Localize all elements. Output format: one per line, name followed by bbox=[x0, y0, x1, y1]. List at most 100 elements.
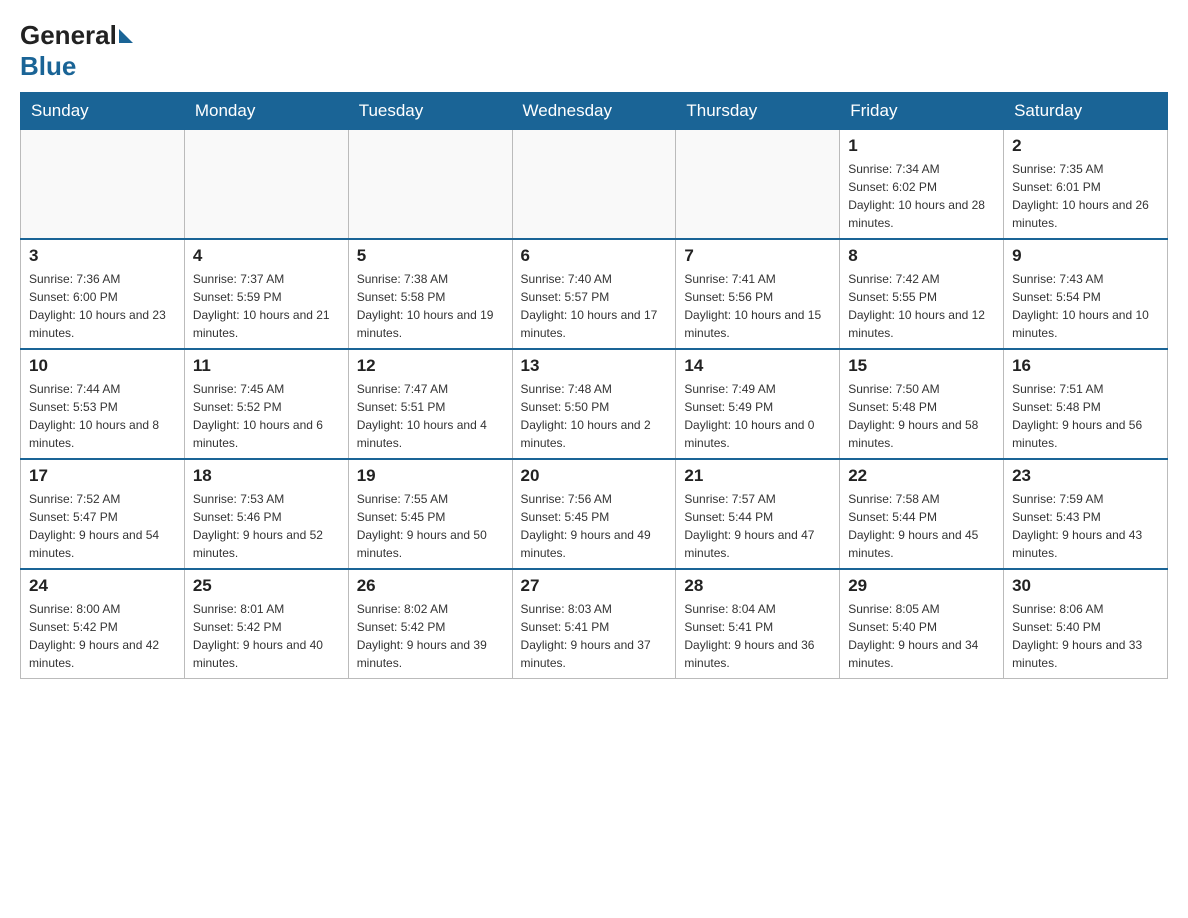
day-number: 13 bbox=[521, 356, 668, 376]
calendar-cell: 22 Sunrise: 7:58 AMSunset: 5:44 PMDayligh… bbox=[840, 459, 1004, 569]
day-number: 11 bbox=[193, 356, 340, 376]
page-header: General Blue bbox=[20, 20, 1168, 82]
day-number: 4 bbox=[193, 246, 340, 266]
col-header-sunday: Sunday bbox=[21, 93, 185, 130]
calendar-cell: 3 Sunrise: 7:36 AMSunset: 6:00 PMDaylight… bbox=[21, 239, 185, 349]
calendar-cell bbox=[184, 130, 348, 240]
day-info: Sunrise: 7:47 AMSunset: 5:51 PMDaylight:… bbox=[357, 380, 504, 452]
day-info: Sunrise: 7:37 AMSunset: 5:59 PMDaylight:… bbox=[193, 270, 340, 342]
calendar-cell: 29Sunrise: 8:05 AMSunset: 5:40 PMDayligh… bbox=[840, 569, 1004, 679]
day-info: Sunrise: 7:42 AMSunset: 5:55 PMDaylight:… bbox=[848, 270, 995, 342]
day-info: Sunrise: 8:01 AMSunset: 5:42 PMDaylight:… bbox=[193, 600, 340, 672]
day-info: Sunrise: 7:45 AMSunset: 5:52 PMDaylight:… bbox=[193, 380, 340, 452]
day-info: Sunrise: 7:59 AMSunset: 5:43 PMDaylight:… bbox=[1012, 490, 1159, 562]
day-number: 22 bbox=[848, 466, 995, 486]
calendar-cell: 14Sunrise: 7:49 AMSunset: 5:49 PMDayligh… bbox=[676, 349, 840, 459]
day-number: 21 bbox=[684, 466, 831, 486]
calendar-cell: 5 Sunrise: 7:38 AMSunset: 5:58 PMDaylight… bbox=[348, 239, 512, 349]
day-info: Sunrise: 7:41 AMSunset: 5:56 PMDaylight:… bbox=[684, 270, 831, 342]
calendar-cell: 25 Sunrise: 8:01 AMSunset: 5:42 PMDayligh… bbox=[184, 569, 348, 679]
calendar-week-row: 10Sunrise: 7:44 AMSunset: 5:53 PMDayligh… bbox=[21, 349, 1168, 459]
logo-arrow-icon bbox=[119, 29, 133, 43]
col-header-monday: Monday bbox=[184, 93, 348, 130]
day-info: Sunrise: 7:43 AMSunset: 5:54 PMDaylight:… bbox=[1012, 270, 1159, 342]
calendar-week-row: 1 Sunrise: 7:34 AMSunset: 6:02 PMDaylight… bbox=[21, 130, 1168, 240]
calendar-cell: 1 Sunrise: 7:34 AMSunset: 6:02 PMDaylight… bbox=[840, 130, 1004, 240]
day-number: 23 bbox=[1012, 466, 1159, 486]
day-info: Sunrise: 7:51 AMSunset: 5:48 PMDaylight:… bbox=[1012, 380, 1159, 452]
calendar-cell: 20 Sunrise: 7:56 AMSunset: 5:45 PMDayligh… bbox=[512, 459, 676, 569]
day-info: Sunrise: 7:56 AMSunset: 5:45 PMDaylight:… bbox=[521, 490, 668, 562]
calendar-cell: 9 Sunrise: 7:43 AMSunset: 5:54 PMDaylight… bbox=[1004, 239, 1168, 349]
calendar-cell: 23 Sunrise: 7:59 AMSunset: 5:43 PMDayligh… bbox=[1004, 459, 1168, 569]
calendar-cell bbox=[512, 130, 676, 240]
day-info: Sunrise: 7:57 AMSunset: 5:44 PMDaylight:… bbox=[684, 490, 831, 562]
calendar-cell: 15 Sunrise: 7:50 AMSunset: 5:48 PMDayligh… bbox=[840, 349, 1004, 459]
day-number: 27 bbox=[521, 576, 668, 596]
day-number: 17 bbox=[29, 466, 176, 486]
logo: General Blue bbox=[20, 20, 135, 82]
day-number: 8 bbox=[848, 246, 995, 266]
day-info: Sunrise: 7:40 AMSunset: 5:57 PMDaylight:… bbox=[521, 270, 668, 342]
calendar-cell: 11 Sunrise: 7:45 AMSunset: 5:52 PMDayligh… bbox=[184, 349, 348, 459]
day-number: 16 bbox=[1012, 356, 1159, 376]
col-header-friday: Friday bbox=[840, 93, 1004, 130]
day-info: Sunrise: 7:48 AMSunset: 5:50 PMDaylight:… bbox=[521, 380, 668, 452]
col-header-tuesday: Tuesday bbox=[348, 93, 512, 130]
day-info: Sunrise: 8:00 AMSunset: 5:42 PMDaylight:… bbox=[29, 600, 176, 672]
calendar-cell: 12 Sunrise: 7:47 AMSunset: 5:51 PMDayligh… bbox=[348, 349, 512, 459]
calendar-cell: 26 Sunrise: 8:02 AMSunset: 5:42 PMDayligh… bbox=[348, 569, 512, 679]
calendar-cell: 6 Sunrise: 7:40 AMSunset: 5:57 PMDaylight… bbox=[512, 239, 676, 349]
day-info: Sunrise: 7:49 AMSunset: 5:49 PMDaylight:… bbox=[684, 380, 831, 452]
day-number: 30 bbox=[1012, 576, 1159, 596]
calendar-cell: 19 Sunrise: 7:55 AMSunset: 5:45 PMDayligh… bbox=[348, 459, 512, 569]
calendar-cell: 8 Sunrise: 7:42 AMSunset: 5:55 PMDaylight… bbox=[840, 239, 1004, 349]
day-number: 15 bbox=[848, 356, 995, 376]
calendar-cell: 30 Sunrise: 8:06 AMSunset: 5:40 PMDayligh… bbox=[1004, 569, 1168, 679]
calendar-cell bbox=[348, 130, 512, 240]
day-number: 1 bbox=[848, 136, 995, 156]
day-info: Sunrise: 7:34 AMSunset: 6:02 PMDaylight:… bbox=[848, 160, 995, 232]
day-info: Sunrise: 7:35 AMSunset: 6:01 PMDaylight:… bbox=[1012, 160, 1159, 232]
calendar-cell: 21 Sunrise: 7:57 AMSunset: 5:44 PMDayligh… bbox=[676, 459, 840, 569]
day-number: 10 bbox=[29, 356, 176, 376]
day-info: Sunrise: 8:06 AMSunset: 5:40 PMDaylight:… bbox=[1012, 600, 1159, 672]
calendar-week-row: 3 Sunrise: 7:36 AMSunset: 6:00 PMDaylight… bbox=[21, 239, 1168, 349]
day-number: 19 bbox=[357, 466, 504, 486]
col-header-wednesday: Wednesday bbox=[512, 93, 676, 130]
col-header-saturday: Saturday bbox=[1004, 93, 1168, 130]
calendar-cell bbox=[21, 130, 185, 240]
day-number: 9 bbox=[1012, 246, 1159, 266]
day-info: Sunrise: 7:50 AMSunset: 5:48 PMDaylight:… bbox=[848, 380, 995, 452]
calendar-cell: 2 Sunrise: 7:35 AMSunset: 6:01 PMDaylight… bbox=[1004, 130, 1168, 240]
day-info: Sunrise: 7:36 AMSunset: 6:00 PMDaylight:… bbox=[29, 270, 176, 342]
day-info: Sunrise: 7:55 AMSunset: 5:45 PMDaylight:… bbox=[357, 490, 504, 562]
calendar-table: SundayMondayTuesdayWednesdayThursdayFrid… bbox=[20, 92, 1168, 679]
day-info: Sunrise: 7:52 AMSunset: 5:47 PMDaylight:… bbox=[29, 490, 176, 562]
calendar-cell: 24 Sunrise: 8:00 AMSunset: 5:42 PMDayligh… bbox=[21, 569, 185, 679]
day-info: Sunrise: 7:38 AMSunset: 5:58 PMDaylight:… bbox=[357, 270, 504, 342]
day-number: 26 bbox=[357, 576, 504, 596]
day-number: 24 bbox=[29, 576, 176, 596]
calendar-week-row: 17 Sunrise: 7:52 AMSunset: 5:47 PMDayligh… bbox=[21, 459, 1168, 569]
calendar-cell: 4 Sunrise: 7:37 AMSunset: 5:59 PMDaylight… bbox=[184, 239, 348, 349]
calendar-cell: 28Sunrise: 8:04 AMSunset: 5:41 PMDayligh… bbox=[676, 569, 840, 679]
calendar-cell: 17 Sunrise: 7:52 AMSunset: 5:47 PMDayligh… bbox=[21, 459, 185, 569]
calendar-cell: 27Sunrise: 8:03 AMSunset: 5:41 PMDayligh… bbox=[512, 569, 676, 679]
day-number: 18 bbox=[193, 466, 340, 486]
day-info: Sunrise: 8:02 AMSunset: 5:42 PMDaylight:… bbox=[357, 600, 504, 672]
calendar-cell: 18 Sunrise: 7:53 AMSunset: 5:46 PMDayligh… bbox=[184, 459, 348, 569]
day-number: 20 bbox=[521, 466, 668, 486]
day-info: Sunrise: 7:53 AMSunset: 5:46 PMDaylight:… bbox=[193, 490, 340, 562]
calendar-week-row: 24 Sunrise: 8:00 AMSunset: 5:42 PMDayligh… bbox=[21, 569, 1168, 679]
calendar-cell: 13 Sunrise: 7:48 AMSunset: 5:50 PMDayligh… bbox=[512, 349, 676, 459]
day-number: 12 bbox=[357, 356, 504, 376]
day-number: 6 bbox=[521, 246, 668, 266]
day-number: 2 bbox=[1012, 136, 1159, 156]
calendar-cell: 7Sunrise: 7:41 AMSunset: 5:56 PMDaylight… bbox=[676, 239, 840, 349]
day-number: 3 bbox=[29, 246, 176, 266]
day-number: 25 bbox=[193, 576, 340, 596]
day-info: Sunrise: 8:05 AMSunset: 5:40 PMDaylight:… bbox=[848, 600, 995, 672]
day-info: Sunrise: 7:58 AMSunset: 5:44 PMDaylight:… bbox=[848, 490, 995, 562]
day-number: 5 bbox=[357, 246, 504, 266]
